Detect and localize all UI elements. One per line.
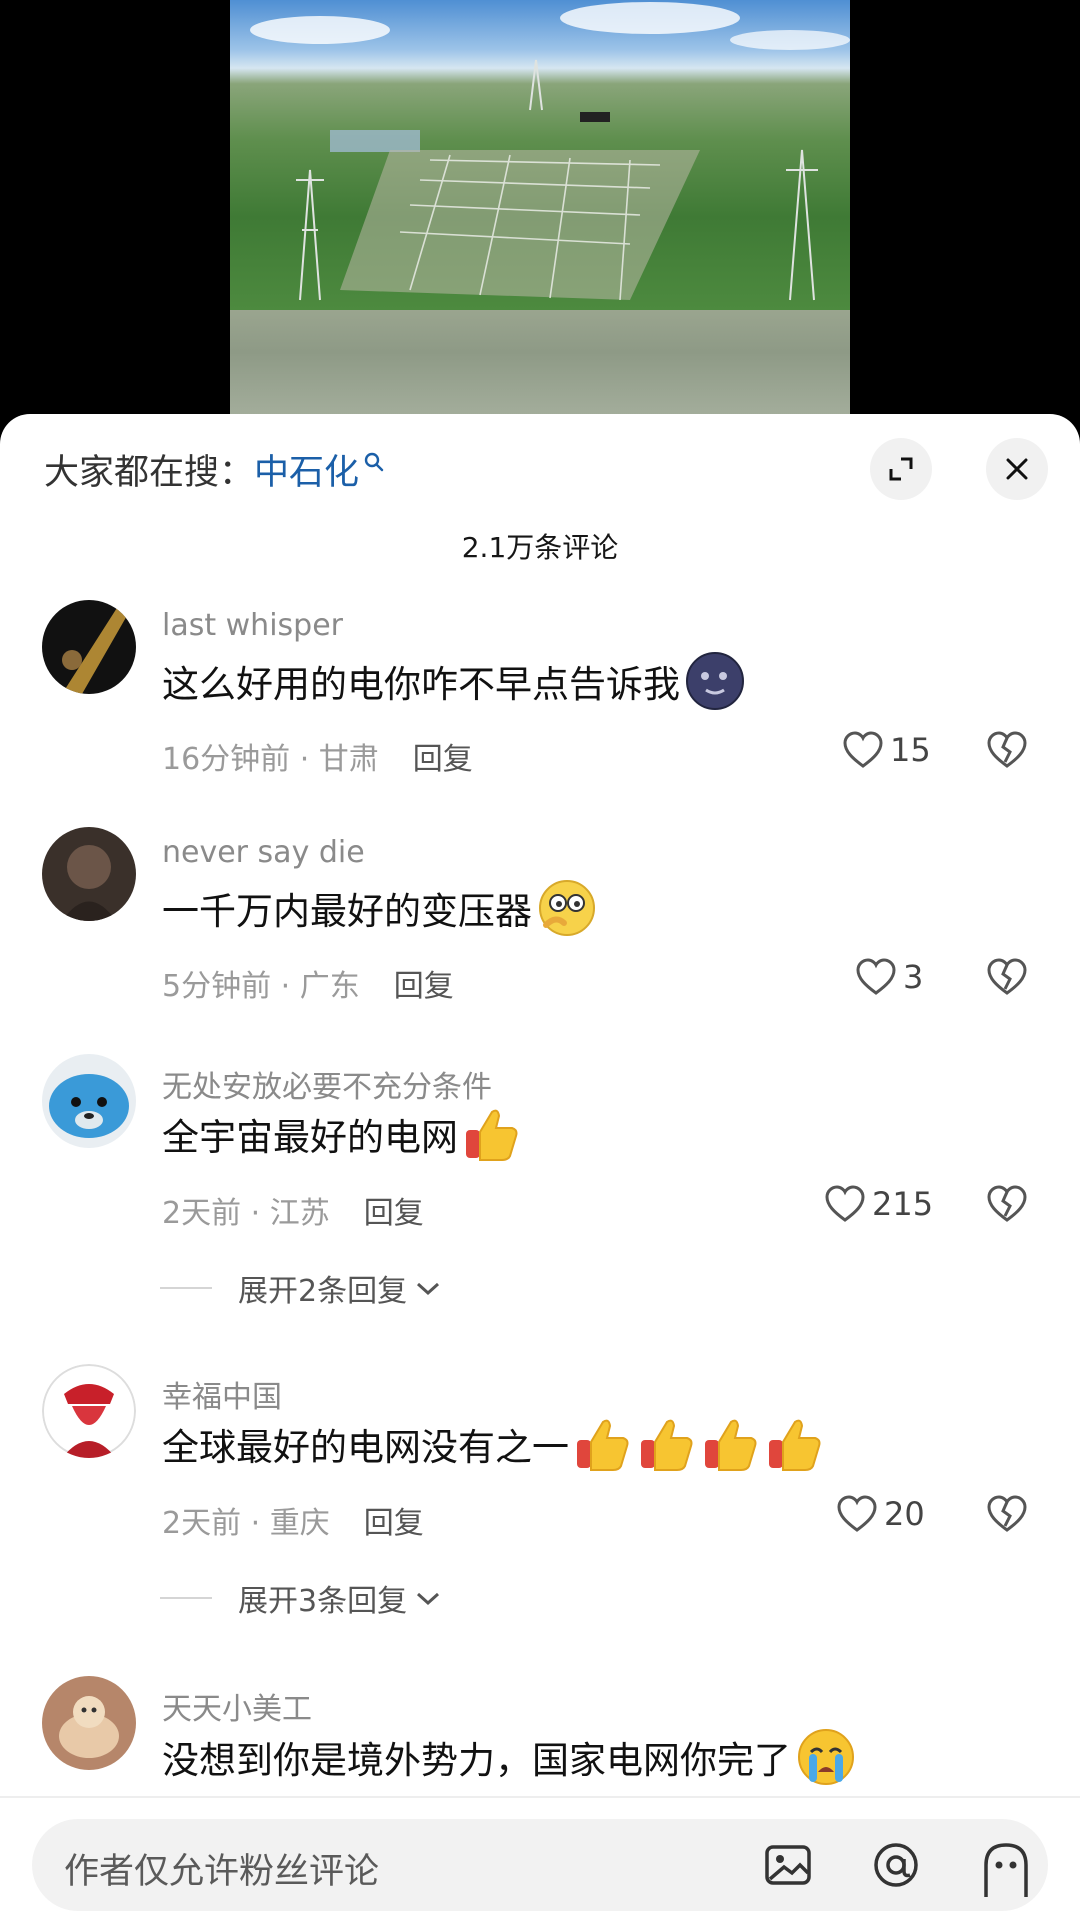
- expand-icon: [889, 457, 913, 481]
- comment-username[interactable]: never say die: [162, 835, 365, 870]
- comment-text: 一千万内最好的变压器: [162, 877, 598, 939]
- broken-heart-icon[interactable]: [986, 957, 1028, 997]
- comment-meta: 2天前 · 江苏 回复: [162, 1188, 424, 1232]
- expand-replies-label: 展开3条回复: [238, 1584, 408, 1619]
- broken-heart-icon[interactable]: [986, 730, 1028, 770]
- comment-time: 5分钟前: [162, 969, 272, 1004]
- comment-text-content: 这么好用的电你咋不早点告诉我: [162, 663, 680, 706]
- comment-username[interactable]: 无处安放必要不充分条件: [162, 1062, 492, 1106]
- new-moon-face-emoji: [686, 652, 744, 710]
- comment-time: 2天前: [162, 1196, 242, 1231]
- video-thumbnail[interactable]: [230, 0, 850, 415]
- comment-text-content: 没想到你是境外势力，国家电网你完了: [162, 1739, 791, 1782]
- comment-time: 16分钟前: [162, 742, 291, 777]
- comment-input-bar[interactable]: 作者仅允许粉丝评论: [32, 1819, 1048, 1911]
- avatar[interactable]: [42, 600, 136, 694]
- broken-heart-icon[interactable]: [986, 1184, 1028, 1224]
- comment-text-content: 全宇宙最好的电网: [162, 1116, 458, 1159]
- comment-time: 2天前: [162, 1506, 242, 1541]
- like-count: 3: [903, 958, 924, 996]
- comment-text-content: 一千万内最好的变压器: [162, 890, 532, 933]
- comment-meta: 2天前 · 重庆 回复: [162, 1498, 424, 1542]
- search-suggestion[interactable]: 大家都在搜： 中石化: [44, 444, 385, 494]
- avatar[interactable]: [42, 827, 136, 921]
- like-count: 20: [884, 1495, 925, 1533]
- comment-meta: 16分钟前 · 甘肃 回复: [162, 734, 473, 778]
- expand-divider-line: [160, 1597, 212, 1599]
- comment-location: 广东: [299, 969, 360, 1004]
- close-button[interactable]: [986, 438, 1048, 500]
- reply-button[interactable]: 回复: [413, 742, 473, 777]
- meta-separator: ·: [241, 1196, 270, 1231]
- thumbs-up-emoji: [641, 1419, 693, 1471]
- comment-location: 重庆: [269, 1506, 330, 1541]
- like-count: 15: [890, 731, 931, 769]
- broken-heart-icon[interactable]: [986, 1494, 1028, 1534]
- like-button[interactable]: 15: [842, 730, 931, 770]
- comment-location: 江苏: [269, 1196, 330, 1231]
- emoji-face-icon[interactable]: [980, 1839, 1032, 1899]
- video-blurred-area: [230, 310, 850, 415]
- input-divider: [0, 1796, 1080, 1798]
- chevron-down-icon: [417, 1592, 440, 1606]
- avatar[interactable]: [42, 1676, 136, 1770]
- like-button[interactable]: 3: [855, 957, 923, 997]
- search-term[interactable]: 中石化: [254, 444, 359, 495]
- at-icon[interactable]: [870, 1839, 922, 1891]
- like-button[interactable]: 215: [824, 1184, 933, 1224]
- comment-sheet: 大家都在搜： 中石化 2.1万条评论 last whisper 这么好用的电你咋…: [0, 414, 1080, 1919]
- comment-text-content: 全球最好的电网没有之一: [162, 1426, 569, 1469]
- search-prefix: 大家都在搜：: [44, 452, 255, 493]
- comment-text: 这么好用的电你咋不早点告诉我: [162, 650, 746, 712]
- video-area[interactable]: [0, 0, 1080, 430]
- crying-face-emoji: [798, 1729, 854, 1785]
- chevron-down-icon: [417, 1282, 440, 1296]
- comment-input-placeholder: 作者仅允许粉丝评论: [64, 1852, 380, 1892]
- meta-separator: ·: [241, 1506, 270, 1541]
- close-icon: [1006, 458, 1028, 480]
- comment-username[interactable]: 幸福中国: [162, 1372, 282, 1416]
- comment-text: 全宇宙最好的电网: [162, 1104, 522, 1164]
- thinking-eyes-emoji: [539, 880, 595, 936]
- expand-replies-button[interactable]: 展开3条回复: [160, 1576, 441, 1620]
- avatar[interactable]: [42, 1364, 136, 1458]
- search-icon: [364, 452, 384, 472]
- comment-text: 全球最好的电网没有之一: [162, 1414, 825, 1474]
- comments-count-title: 2.1万条评论: [461, 531, 619, 564]
- reply-button[interactable]: 回复: [364, 1196, 424, 1231]
- expand-button[interactable]: [870, 438, 932, 500]
- like-button[interactable]: 20: [836, 1494, 925, 1534]
- comment-location: 甘肃: [318, 742, 379, 777]
- comment-text: 没想到你是境外势力，国家电网你完了: [162, 1726, 857, 1788]
- thumbs-up-emoji: [705, 1419, 757, 1471]
- image-icon[interactable]: [762, 1839, 814, 1891]
- thumbs-up-emoji: [466, 1109, 518, 1161]
- heart-icon: [856, 958, 896, 995]
- avatar[interactable]: [42, 1054, 136, 1148]
- reply-button[interactable]: 回复: [394, 969, 454, 1004]
- meta-separator: ·: [290, 742, 319, 777]
- comment-username[interactable]: last whisper: [162, 608, 343, 643]
- reply-button[interactable]: 回复: [364, 1506, 424, 1541]
- expand-replies-label: 展开2条回复: [238, 1274, 408, 1309]
- thumbs-up-emoji: [769, 1419, 821, 1471]
- expand-replies-button[interactable]: 展开2条回复: [160, 1266, 441, 1310]
- comment-meta: 5分钟前 · 广东 回复: [162, 961, 454, 1005]
- heart-icon: [837, 1495, 877, 1532]
- like-count: 215: [872, 1185, 934, 1223]
- substation-illustration: [250, 2, 850, 301]
- thumbs-up-emoji: [577, 1419, 629, 1471]
- expand-divider-line: [160, 1287, 212, 1289]
- comment-username[interactable]: 天天小美工: [162, 1684, 312, 1728]
- heart-icon: [825, 1185, 865, 1222]
- heart-icon: [843, 731, 883, 768]
- meta-separator: ·: [271, 969, 300, 1004]
